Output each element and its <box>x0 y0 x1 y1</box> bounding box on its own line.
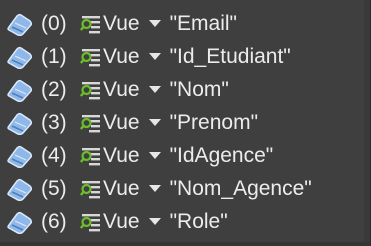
list-item-5[interactable]: (5) Vue "Nom_Agence" <box>0 172 371 205</box>
list-item-6[interactable]: (6) Vue "Role" <box>0 205 371 238</box>
caret-down-icon[interactable] <box>148 52 161 61</box>
variable-list-panel: (0) Vue "Email" (1) Vue "Id_Etudiant" (2… <box>0 0 371 246</box>
item-value: "Nom" <box>169 77 229 101</box>
item-index: (6) <box>41 209 67 233</box>
item-index: (4) <box>41 143 67 167</box>
view-icon <box>80 180 100 198</box>
type-label: Vue <box>103 110 140 134</box>
node-icon <box>7 112 33 135</box>
caret-down-icon[interactable] <box>148 19 161 28</box>
caret-down-icon[interactable] <box>148 85 161 94</box>
node-icon <box>7 46 33 69</box>
item-value: "Nom_Agence" <box>169 176 312 200</box>
type-label: Vue <box>103 77 140 101</box>
item-value: "Email" <box>169 11 238 35</box>
type-label: Vue <box>103 11 140 35</box>
item-index: (0) <box>41 11 67 35</box>
panel-bottom-edge <box>0 242 370 246</box>
type-label: Vue <box>103 176 140 200</box>
node-icon <box>7 178 33 201</box>
caret-down-icon[interactable] <box>148 217 161 226</box>
type-label: Vue <box>103 143 140 167</box>
list-item-3[interactable]: (3) Vue "Prenom" <box>0 106 371 139</box>
type-label: Vue <box>103 209 140 233</box>
caret-down-icon[interactable] <box>148 184 161 193</box>
list-item-4[interactable]: (4) Vue "IdAgence" <box>0 139 371 172</box>
list-item-0[interactable]: (0) Vue "Email" <box>0 7 371 40</box>
view-icon <box>80 114 100 132</box>
variable-list: (0) Vue "Email" (1) Vue "Id_Etudiant" (2… <box>0 7 371 238</box>
list-item-1[interactable]: (1) Vue "Id_Etudiant" <box>0 40 371 73</box>
node-icon <box>7 13 33 36</box>
node-icon <box>7 79 33 102</box>
view-icon <box>80 48 100 66</box>
item-value: "Role" <box>169 209 228 233</box>
caret-down-icon[interactable] <box>148 151 161 160</box>
view-icon <box>80 213 100 231</box>
panel-right-edge <box>364 0 370 246</box>
node-icon <box>7 211 33 234</box>
list-item-2[interactable]: (2) Vue "Nom" <box>0 73 371 106</box>
item-value: "Prenom" <box>169 110 259 134</box>
type-label: Vue <box>103 44 140 68</box>
item-index: (3) <box>41 110 67 134</box>
caret-down-icon[interactable] <box>148 118 161 127</box>
item-index: (1) <box>41 44 67 68</box>
item-index: (5) <box>41 176 67 200</box>
item-index: (2) <box>41 77 67 101</box>
node-icon <box>7 145 33 168</box>
item-value: "IdAgence" <box>169 143 274 167</box>
view-icon <box>80 147 100 165</box>
view-icon <box>80 81 100 99</box>
item-value: "Id_Etudiant" <box>169 44 291 68</box>
view-icon <box>80 15 100 33</box>
